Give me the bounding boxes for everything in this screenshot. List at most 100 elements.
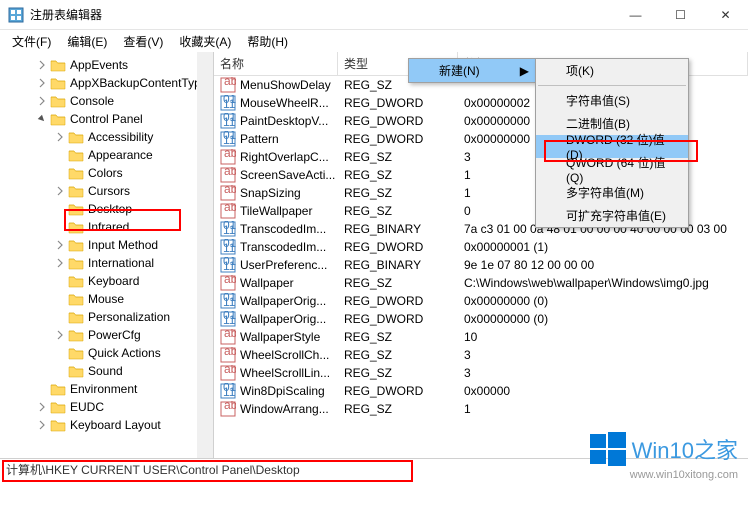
expand-icon[interactable] <box>36 383 48 395</box>
expand-icon[interactable] <box>54 239 66 251</box>
expand-icon[interactable] <box>54 311 66 323</box>
tree-item-label: Console <box>70 94 114 108</box>
tree-scrollbar[interactable] <box>197 52 213 458</box>
tree-item-label: Sound <box>88 364 123 378</box>
minimize-button[interactable]: — <box>613 0 658 30</box>
tree-item-international[interactable]: International <box>0 254 213 272</box>
cell-type: REG_DWORD <box>338 132 458 146</box>
svg-text:110: 110 <box>223 133 236 147</box>
expand-icon[interactable] <box>54 167 66 179</box>
menu-file[interactable]: 文件(F) <box>4 31 59 52</box>
list-row[interactable]: 011110UserPreferenc...REG_BINARY9e 1e 07… <box>214 256 748 274</box>
tree-panel: AppEventsAppXBackupContentType Console Con… <box>0 52 214 458</box>
svg-text:110: 110 <box>223 313 236 327</box>
tree-item-personalization[interactable]: Personalization <box>0 308 213 326</box>
tree-item-environment[interactable]: Environment <box>0 380 213 398</box>
expand-icon[interactable] <box>36 113 48 125</box>
cell-name: 011110Win8DpiScaling <box>214 383 338 399</box>
tree-item-label: EUDC <box>70 400 104 414</box>
cell-name: abWallpaperStyle <box>214 329 338 345</box>
cell-type: REG_SZ <box>338 366 458 380</box>
cell-name: abWindowArrang... <box>214 401 338 417</box>
expand-icon[interactable] <box>54 257 66 269</box>
expand-icon[interactable] <box>54 293 66 305</box>
ctx-new-expandstring[interactable]: 可扩充字符串值(E) <box>536 204 688 227</box>
list-row[interactable]: abWheelScrollCh...REG_SZ3 <box>214 346 748 364</box>
tree-item-accessibility[interactable]: Accessibility <box>0 128 213 146</box>
menu-view[interactable]: 查看(V) <box>115 31 171 52</box>
tree-item-appearance[interactable]: Appearance <box>0 146 213 164</box>
menu-edit[interactable]: 编辑(E) <box>59 31 115 52</box>
expand-icon[interactable] <box>36 419 48 431</box>
cell-name: 011110PaintDesktopV... <box>214 113 338 129</box>
list-row[interactable]: 011110WallpaperOrig...REG_DWORD0x0000000… <box>214 310 748 328</box>
expand-icon[interactable] <box>54 203 66 215</box>
tree-item-label: Appearance <box>88 148 153 162</box>
expand-icon[interactable] <box>54 347 66 359</box>
expand-icon[interactable] <box>54 365 66 377</box>
expand-icon[interactable] <box>54 221 66 233</box>
cell-type: REG_SZ <box>338 150 458 164</box>
ctx-new-string[interactable]: 字符串值(S) <box>536 89 688 112</box>
tree-item-desktop[interactable]: Desktop <box>0 200 213 218</box>
tree-item-infrared[interactable]: Infrared <box>0 218 213 236</box>
tree-item-label: Personalization <box>88 310 170 324</box>
expand-icon[interactable] <box>36 95 48 107</box>
expand-icon[interactable] <box>36 401 48 413</box>
tree-item-control-panel[interactable]: Control Panel <box>0 110 213 128</box>
cell-type: REG_DWORD <box>338 114 458 128</box>
tree-item-mouse[interactable]: Mouse <box>0 290 213 308</box>
tree-item-input-method[interactable]: Input Method <box>0 236 213 254</box>
cell-type: REG_SZ <box>338 186 458 200</box>
expand-icon[interactable] <box>54 329 66 341</box>
tree-item-sound[interactable]: Sound <box>0 362 213 380</box>
cell-type: REG_DWORD <box>338 96 458 110</box>
tree-item-keyboard[interactable]: Keyboard <box>0 272 213 290</box>
tree-item-label: Cursors <box>88 184 130 198</box>
tree-item-keyboard-layout[interactable]: Keyboard Layout <box>0 416 213 434</box>
expand-icon[interactable] <box>54 275 66 287</box>
context-item-new[interactable]: 新建(N) ▶ <box>409 59 535 82</box>
ctx-new-multistring[interactable]: 多字符串值(M) <box>536 181 688 204</box>
expand-icon[interactable] <box>36 77 48 89</box>
cell-name: abWheelScrollLin... <box>214 365 338 381</box>
menu-help[interactable]: 帮助(H) <box>239 31 296 52</box>
list-row[interactable]: 011110TranscodedIm...REG_DWORD0x00000001… <box>214 238 748 256</box>
cell-name: abScreenSaveActi... <box>214 167 338 183</box>
ctx-new-qword64[interactable]: QWORD (64 位)值(Q) <box>536 158 688 181</box>
svg-text:ab: ab <box>224 365 236 376</box>
tree-item-eudc[interactable]: EUDC <box>0 398 213 416</box>
list-row[interactable]: abWindowArrang...REG_SZ1 <box>214 400 748 418</box>
cell-data: 3 <box>458 366 748 380</box>
cell-name: abTileWallpaper <box>214 203 338 219</box>
menu-favorites[interactable]: 收藏夹(A) <box>171 31 239 52</box>
cell-name: abWheelScrollCh... <box>214 347 338 363</box>
cell-name: 011110WallpaperOrig... <box>214 311 338 327</box>
list-row[interactable]: abWallpaperREG_SZC:\Windows\web\wallpape… <box>214 274 748 292</box>
expand-icon[interactable] <box>54 149 66 161</box>
expand-icon[interactable] <box>54 185 66 197</box>
tree-item-console[interactable]: Console <box>0 92 213 110</box>
expand-icon[interactable] <box>54 131 66 143</box>
close-button[interactable]: ✕ <box>703 0 748 30</box>
cell-type: REG_DWORD <box>338 294 458 308</box>
cell-data: 10 <box>458 330 748 344</box>
tree-item-appxbackupcontenttype[interactable]: AppXBackupContentType <box>0 74 213 92</box>
tree-item-appevents[interactable]: AppEvents <box>0 56 213 74</box>
ctx-new-key[interactable]: 项(K) <box>536 59 688 82</box>
tree-item-cursors[interactable]: Cursors <box>0 182 213 200</box>
list-row[interactable]: 011110WallpaperOrig...REG_DWORD0x0000000… <box>214 292 748 310</box>
tree-item-label: Input Method <box>88 238 158 252</box>
list-row[interactable]: abWallpaperStyleREG_SZ10 <box>214 328 748 346</box>
tree-item-powercfg[interactable]: PowerCfg <box>0 326 213 344</box>
list-row[interactable]: 011110Win8DpiScalingREG_DWORD0x00000 <box>214 382 748 400</box>
list-row[interactable]: abWheelScrollLin...REG_SZ3 <box>214 364 748 382</box>
maximize-button[interactable]: ☐ <box>658 0 703 30</box>
cell-type: REG_BINARY <box>338 222 458 236</box>
expand-icon[interactable] <box>36 59 48 71</box>
col-name[interactable]: 名称 <box>214 52 338 75</box>
tree-item-colors[interactable]: Colors <box>0 164 213 182</box>
svg-text:110: 110 <box>223 259 236 273</box>
tree-item-quick-actions[interactable]: Quick Actions <box>0 344 213 362</box>
svg-text:110: 110 <box>223 385 236 399</box>
